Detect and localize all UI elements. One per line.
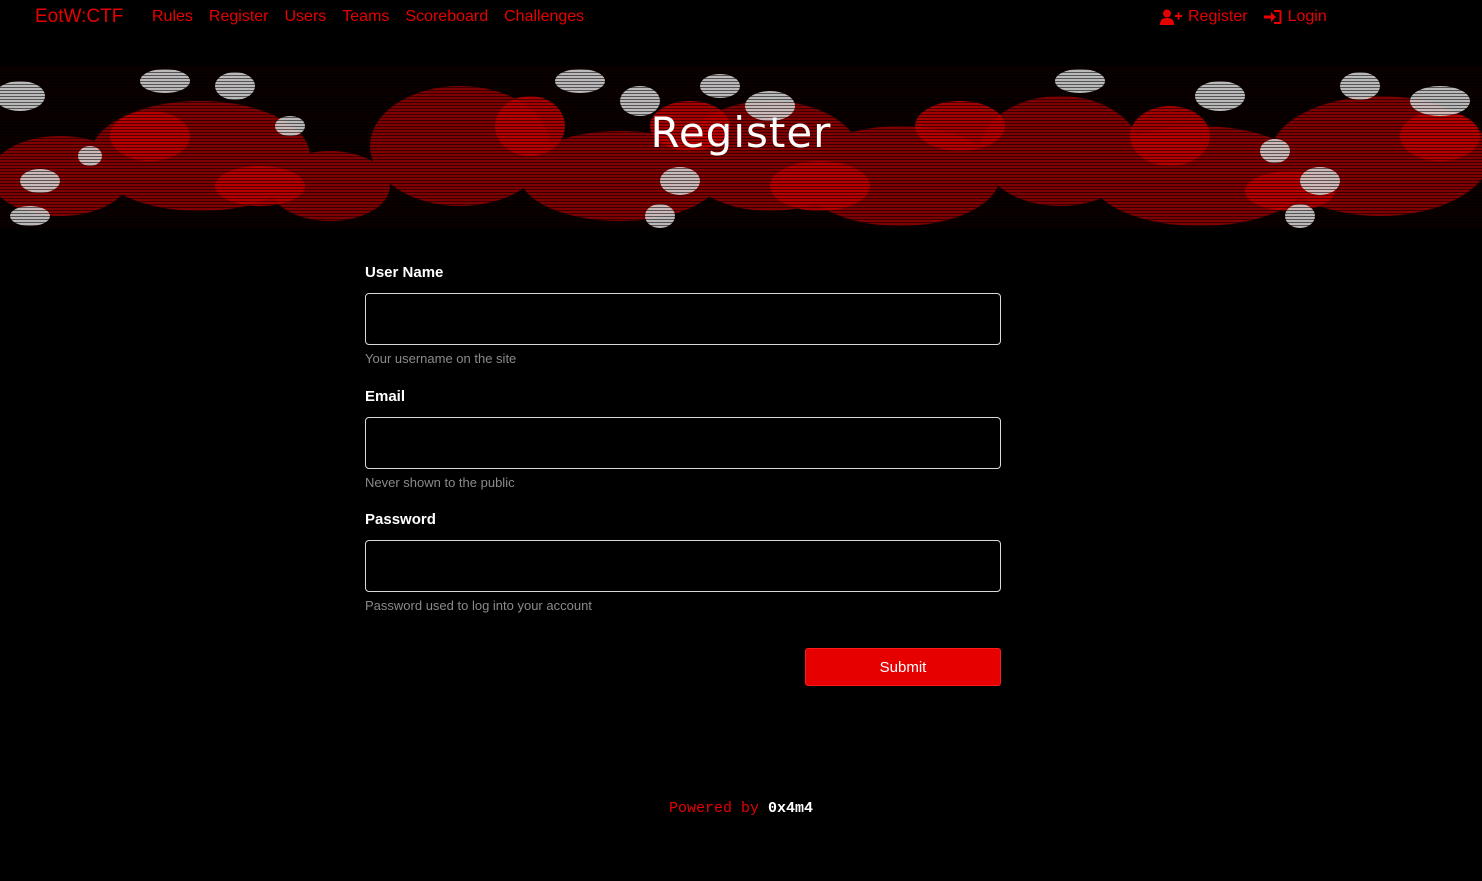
nav-teams[interactable]: Teams xyxy=(342,8,389,26)
username-help: Your username on the site xyxy=(365,351,517,366)
submit-button[interactable]: Submit xyxy=(805,648,1001,686)
email-label: Email xyxy=(365,388,406,405)
page-title: Register xyxy=(650,108,832,157)
navbar: EotW:CTF Rules Register Users Teams Scor… xyxy=(0,0,1482,36)
footer-powered-by: Powered by xyxy=(668,800,759,817)
register-link-label: Register xyxy=(1188,8,1248,25)
login-link-label: Login xyxy=(1287,8,1327,25)
username-label: User Name xyxy=(365,264,444,281)
nav-challenges[interactable]: Challenges xyxy=(504,8,584,26)
nav-users[interactable]: Users xyxy=(284,8,326,26)
nav-user-actions: Register Login xyxy=(1160,8,1327,26)
login-link[interactable]: Login xyxy=(1263,8,1327,26)
password-label: Password xyxy=(365,511,436,528)
nav-rules[interactable]: Rules xyxy=(152,8,193,26)
password-help: Password used to log into your account xyxy=(365,598,592,613)
password-input[interactable] xyxy=(365,540,1001,592)
password-field-group: Password Password used to log into your … xyxy=(365,511,1001,616)
username-input[interactable] xyxy=(365,293,1001,345)
register-link[interactable]: Register xyxy=(1160,8,1248,26)
nav-links: Rules Register Users Teams Scoreboard Ch… xyxy=(152,8,600,26)
footer-author-link[interactable]: 0x4m4 xyxy=(768,800,813,817)
hero-banner: Register xyxy=(0,66,1482,228)
email-input[interactable] xyxy=(365,417,1001,469)
brand-link[interactable]: EotW:CTF xyxy=(35,6,123,28)
footer: Powered by 0x4m4 xyxy=(0,800,1482,817)
user-plus-icon xyxy=(1160,9,1182,25)
sign-in-icon xyxy=(1263,10,1282,24)
email-help: Never shown to the public xyxy=(365,475,515,490)
nav-register[interactable]: Register xyxy=(209,8,269,26)
nav-scoreboard[interactable]: Scoreboard xyxy=(405,8,488,26)
email-field-group: Email Never shown to the public xyxy=(365,388,1001,493)
username-field-group: User Name Your username on the site xyxy=(365,264,1001,369)
